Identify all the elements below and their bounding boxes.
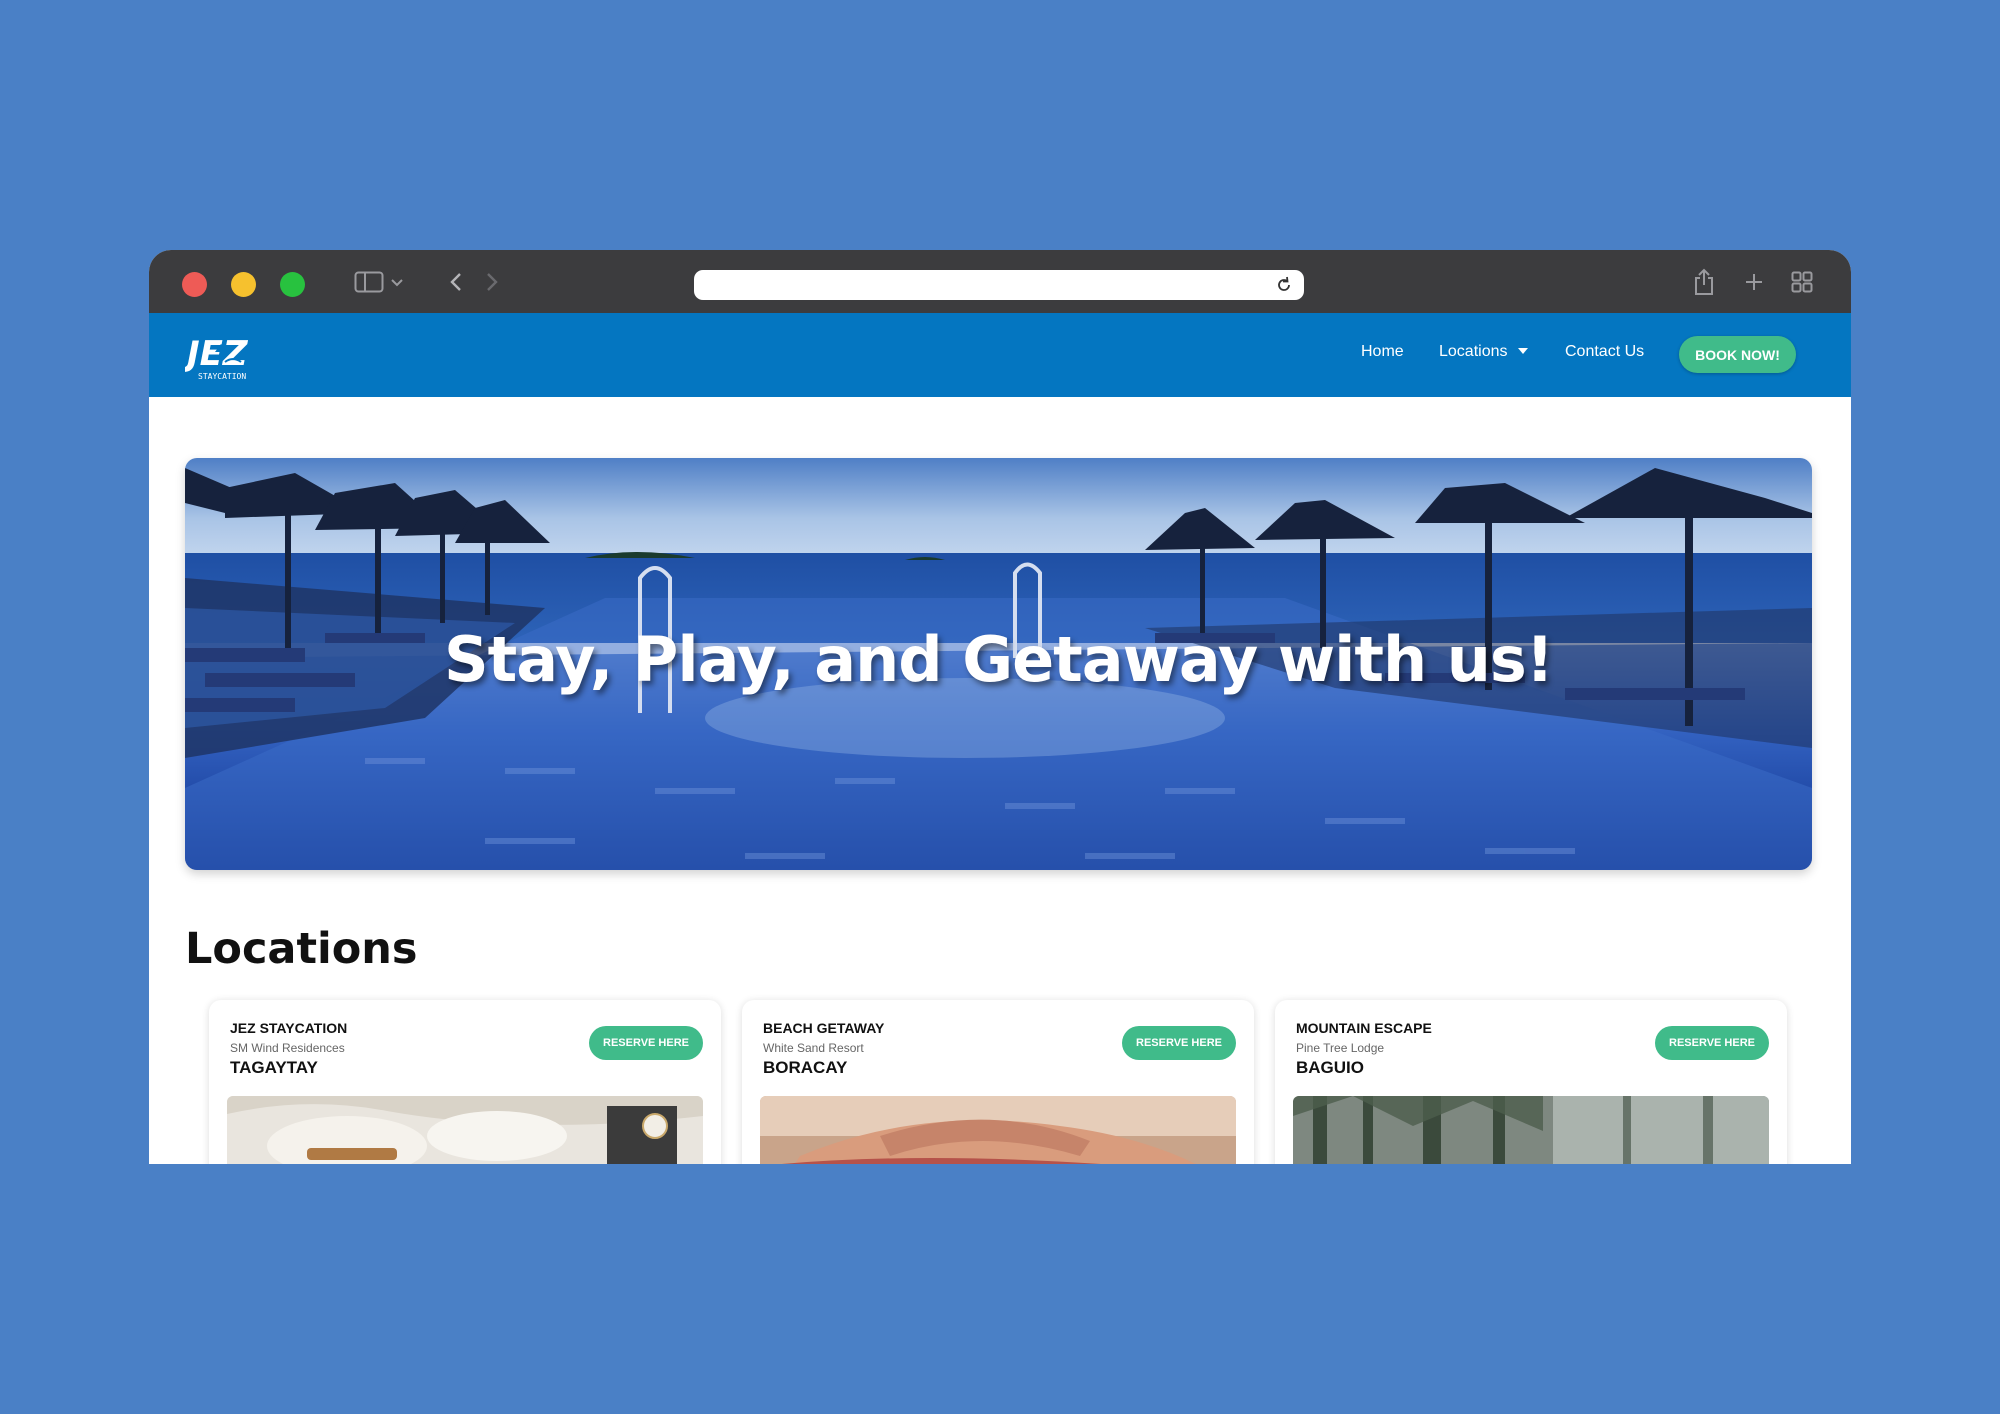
- sidebar-toggle-icon[interactable]: [354, 268, 384, 296]
- share-icon[interactable]: [1692, 268, 1716, 296]
- maximize-window-button[interactable]: [280, 272, 305, 297]
- svg-text:JEZ: JEZ: [185, 334, 249, 374]
- card-image-hands[interactable]: [760, 1096, 1236, 1164]
- tab-overview-icon[interactable]: [1790, 268, 1814, 296]
- locations-heading: Locations: [185, 924, 418, 974]
- location-card-tagaytay: JEZ STAYCATION SM Wind Residences TAGAYT…: [209, 1000, 721, 1164]
- chevron-down-icon[interactable]: [389, 268, 405, 296]
- hero-title: Stay, Play, and Getaway with us!: [443, 623, 1554, 696]
- location-card-boracay: BEACH GETAWAY White Sand Resort BORACAY …: [742, 1000, 1254, 1164]
- minimize-window-button[interactable]: [231, 272, 256, 297]
- nav-home-link[interactable]: Home: [1361, 343, 1404, 361]
- card-image-bedroom[interactable]: [227, 1096, 703, 1164]
- card-name: MOUNTAIN ESCAPE: [1296, 1020, 1432, 1036]
- site-navbar: JEZ STAYCATION Home Locations Contact Us…: [149, 313, 1851, 397]
- site-logo[interactable]: JEZ STAYCATION: [181, 332, 265, 382]
- card-subtitle: Pine Tree Lodge: [1296, 1041, 1385, 1055]
- browser-window: JEZ STAYCATION Home Locations Contact Us…: [149, 250, 1851, 1164]
- browser-titlebar: [149, 250, 1851, 313]
- forward-arrow-icon[interactable]: [481, 268, 503, 296]
- card-name: BEACH GETAWAY: [763, 1020, 885, 1036]
- card-city: BAGUIO: [1296, 1058, 1364, 1077]
- svg-text:STAYCATION: STAYCATION: [198, 372, 246, 381]
- nav-locations-dropdown[interactable]: Locations: [1439, 343, 1528, 361]
- caret-down-icon: [1517, 348, 1528, 354]
- nav-contact-link[interactable]: Contact Us: [1565, 343, 1644, 361]
- location-card-baguio: MOUNTAIN ESCAPE Pine Tree Lodge BAGUIO R…: [1275, 1000, 1787, 1164]
- reserve-button[interactable]: RESERVE HERE: [1122, 1026, 1236, 1060]
- reload-icon[interactable]: [1274, 275, 1294, 295]
- card-subtitle: White Sand Resort: [763, 1041, 864, 1055]
- new-tab-icon[interactable]: [1742, 268, 1766, 296]
- nav-locations-label: Locations: [1439, 343, 1508, 360]
- card-image-forest[interactable]: [1293, 1096, 1769, 1164]
- reserve-button[interactable]: RESERVE HERE: [589, 1026, 703, 1060]
- book-now-button[interactable]: BOOK NOW!: [1679, 336, 1796, 373]
- card-name: JEZ STAYCATION: [230, 1020, 348, 1036]
- address-bar[interactable]: [694, 270, 1304, 300]
- back-arrow-icon[interactable]: [445, 268, 467, 296]
- card-subtitle: SM Wind Residences: [230, 1041, 345, 1055]
- hero-banner: Stay, Play, and Getaway with us!: [185, 458, 1812, 870]
- card-city: TAGAYTAY: [230, 1058, 318, 1077]
- close-window-button[interactable]: [182, 272, 207, 297]
- card-city: BORACAY: [763, 1058, 848, 1077]
- reserve-button[interactable]: RESERVE HERE: [1655, 1026, 1769, 1060]
